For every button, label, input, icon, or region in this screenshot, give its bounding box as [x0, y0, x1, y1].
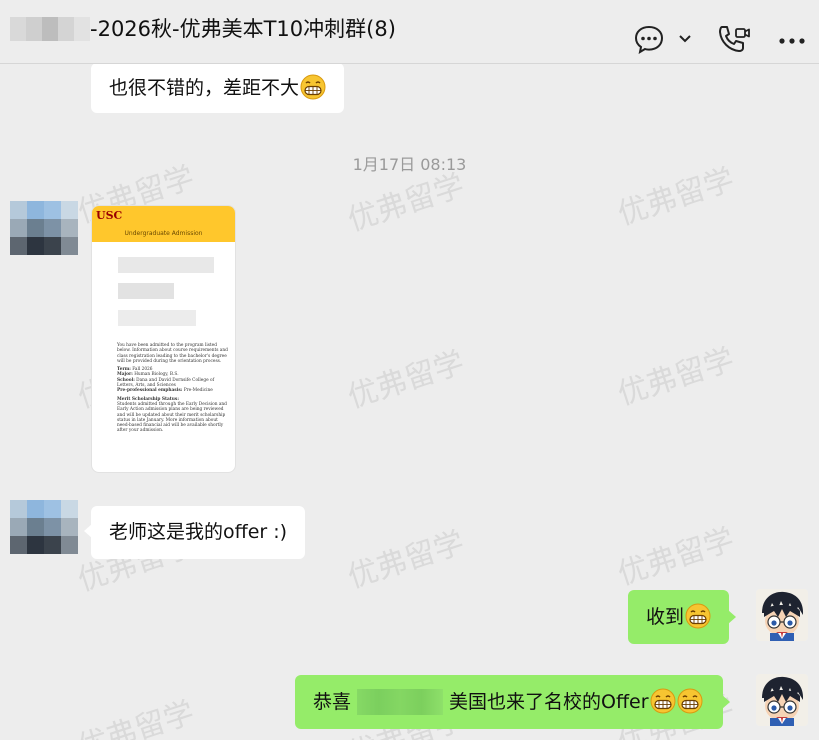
watermark: 优弗留学: [343, 345, 469, 416]
usc-banner: USC Undergraduate Admission: [92, 206, 235, 242]
message-text: 美国也来了名校的Offer: [449, 691, 649, 713]
message-text: 也很不错的，差距不大: [109, 77, 300, 99]
watermark: 优弗留学: [613, 342, 739, 413]
message-text: 收到: [646, 606, 685, 628]
offer-paragraph: You have been admitted to the program li…: [117, 343, 228, 364]
more-icon[interactable]: [776, 24, 810, 54]
emphasis-label: Pre-professional emphasis:: [117, 388, 183, 394]
avatar[interactable]: [10, 500, 78, 554]
chat-header: -2026秋-优弗美本T10冲刺群(8): [0, 0, 819, 64]
blurred-name: [357, 689, 444, 715]
grin-emoji-icon: [300, 69, 326, 100]
major-label: Major:: [117, 372, 133, 378]
grin-emoji-icon: [677, 681, 703, 714]
blurred-region: [118, 283, 174, 299]
emphasis-value: Pre-Medicine: [183, 388, 213, 394]
voice-video-call-icon[interactable]: [716, 24, 752, 54]
chat-bubble-icon[interactable]: [633, 24, 667, 54]
message-timestamp: 1月17日 08:13: [352, 155, 467, 174]
watermark: 优弗留学: [343, 525, 469, 596]
offer-letter-image[interactable]: USC Undergraduate Admission You have bee…: [91, 205, 236, 473]
blurred-region: [118, 257, 214, 273]
watermark: 优弗留学: [73, 695, 199, 740]
banner-text: Undergraduate Admission: [124, 230, 203, 237]
offer-letter-body: You have been admitted to the program li…: [117, 343, 229, 437]
message-text-prefix: 恭喜: [313, 691, 352, 713]
grin-emoji-icon: [685, 596, 711, 629]
school-label: School:: [117, 377, 135, 383]
avatar[interactable]: [10, 201, 78, 255]
message-bubble-self[interactable]: 恭喜 美国也来了名校的Offer: [295, 675, 730, 729]
message-bubble[interactable]: 老师这是我的offer :): [83, 506, 306, 559]
self-avatar[interactable]: [756, 589, 808, 641]
message-bubble[interactable]: 也很不错的，差距不大: [91, 63, 345, 113]
blurred-group-prefix: [10, 17, 90, 41]
blurred-region: [118, 310, 196, 326]
usc-logo: USC: [96, 209, 123, 222]
term-label: Term:: [117, 367, 131, 373]
watermark: 优弗留学: [613, 522, 739, 593]
term-value: Fall 2026: [132, 367, 153, 373]
grin-emoji-icon: [650, 681, 676, 714]
message-bubble-self[interactable]: 收到: [628, 590, 737, 644]
merit-title: Merit Scholarship Status:: [117, 396, 179, 402]
self-avatar[interactable]: [756, 674, 808, 726]
message-text: 老师这是我的offer :): [109, 521, 288, 543]
merit-text: Students admitted through the Early Deci…: [117, 401, 227, 434]
chat-title[interactable]: -2026秋-优弗美本T10冲刺群(8): [90, 14, 396, 44]
major-value: Human Biology, B.S.: [134, 372, 179, 378]
chevron-down-icon[interactable]: [676, 24, 694, 54]
